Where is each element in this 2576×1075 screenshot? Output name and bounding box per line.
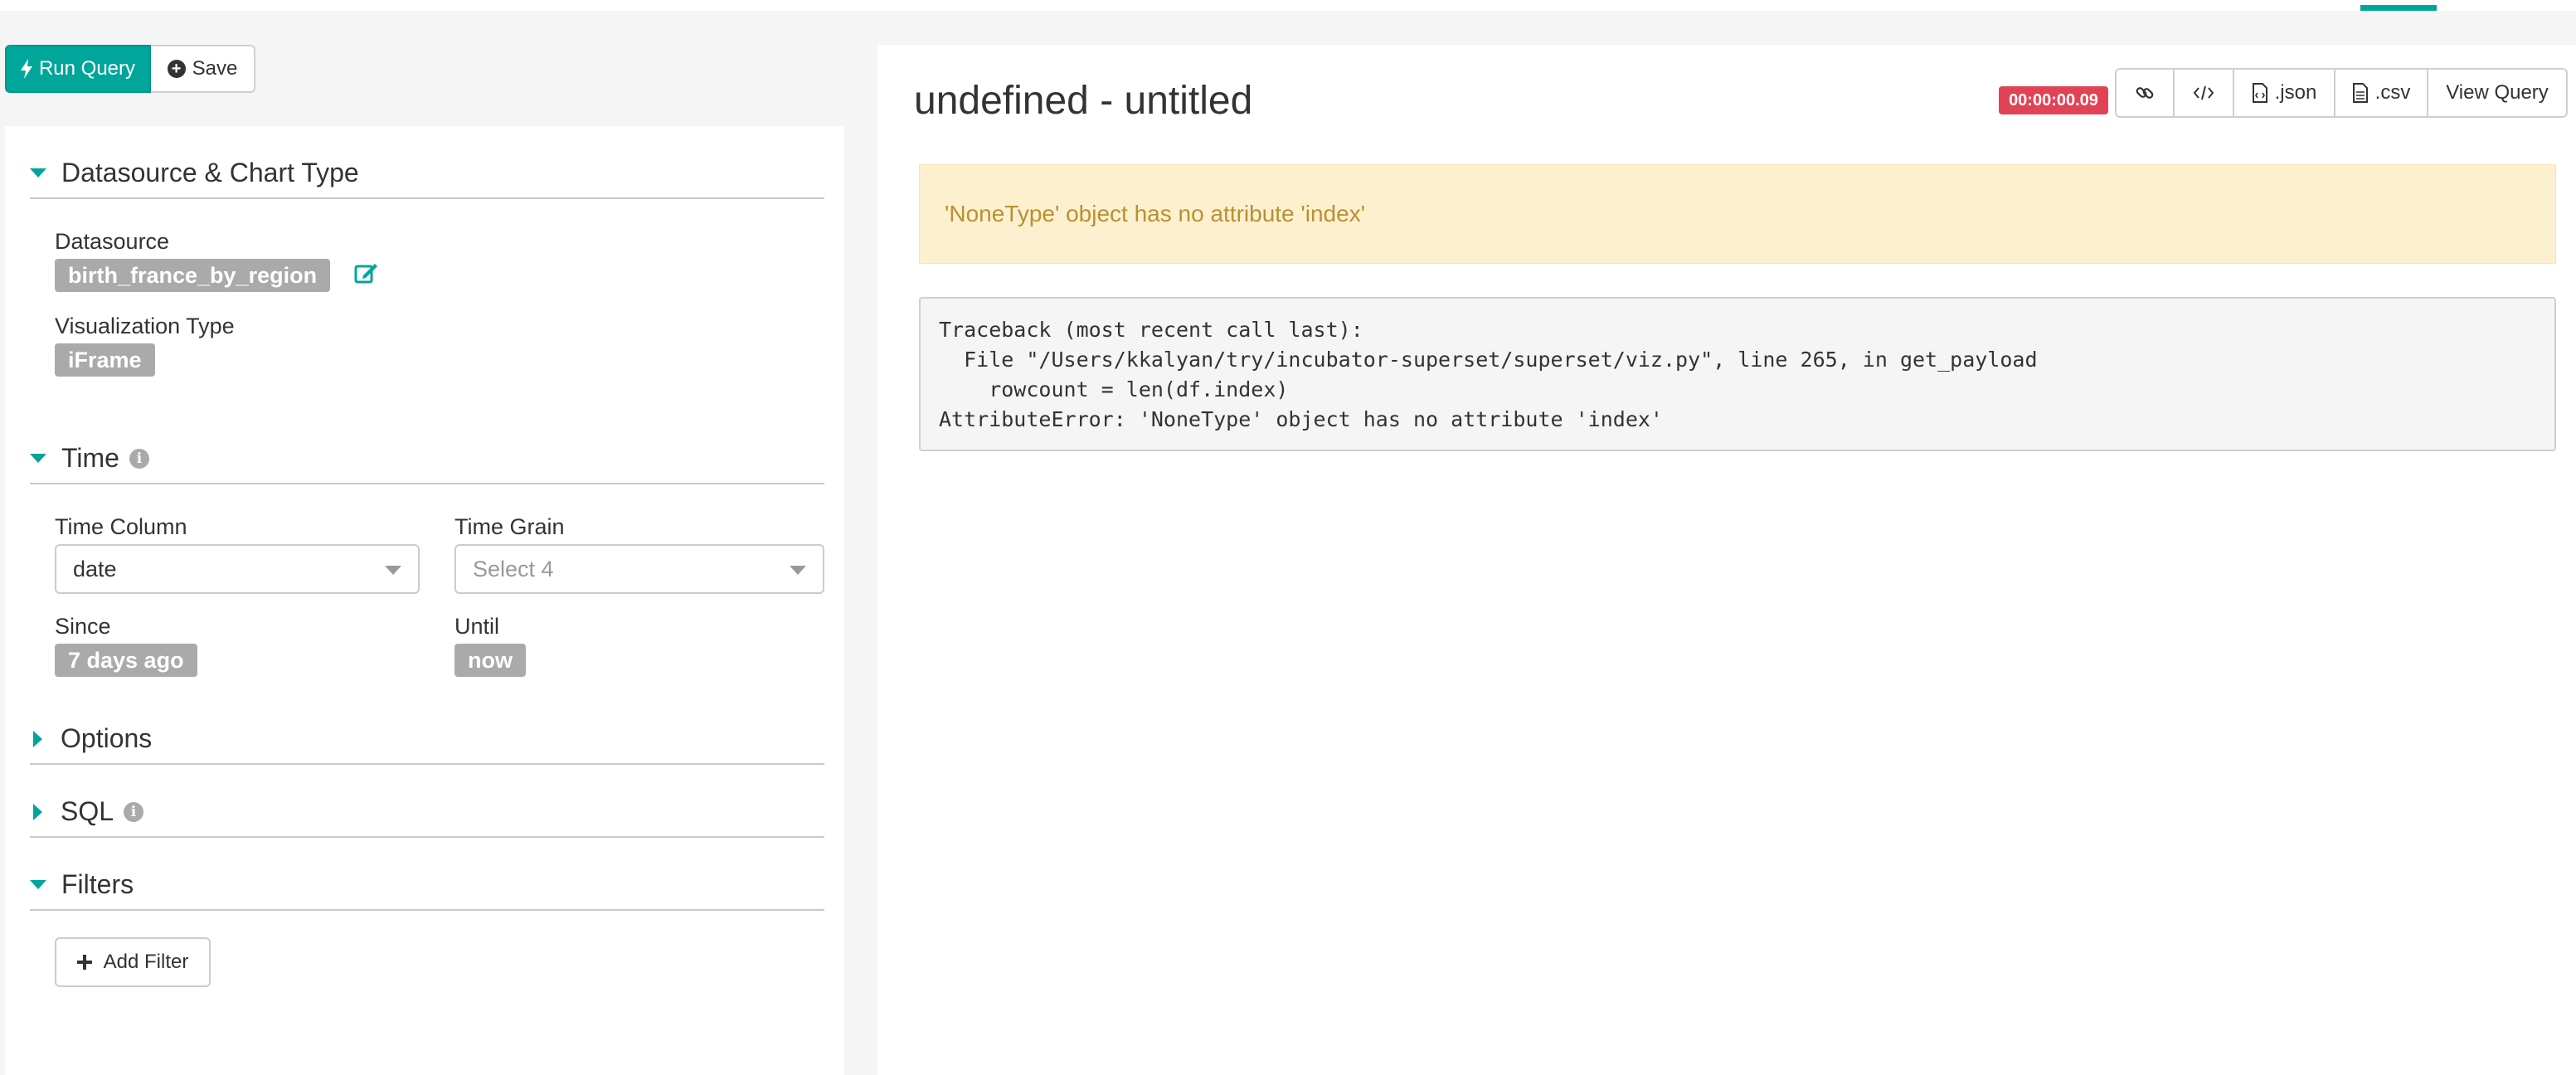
- time-grain-label: Time Grain: [454, 514, 565, 539]
- traceback-block: Traceback (most recent call last): File …: [919, 297, 2556, 451]
- section-divider: [30, 483, 824, 484]
- since-tag[interactable]: 7 days ago: [55, 644, 197, 677]
- section-title: Datasource & Chart Type: [61, 158, 359, 187]
- section-title: Filters: [61, 869, 134, 899]
- viz-type-label: Visualization Type: [55, 314, 235, 338]
- chart-title[interactable]: undefined - untitled: [914, 78, 1252, 124]
- export-csv-button[interactable]: .csv: [2335, 68, 2428, 118]
- caret-down-icon: [30, 168, 46, 178]
- edit-icon[interactable]: [353, 260, 378, 285]
- time-grain-placeholder: Select 4: [473, 556, 554, 581]
- section-header-sql[interactable]: SQL i: [30, 796, 144, 827]
- save-label: Save: [192, 57, 238, 80]
- view-query-button[interactable]: View Query: [2428, 68, 2568, 118]
- since-label: Since: [55, 614, 111, 639]
- viz-type-tag[interactable]: iFrame: [55, 343, 155, 377]
- section-title: SQL: [61, 796, 114, 826]
- info-icon[interactable]: i: [129, 448, 149, 469]
- export-json-label: .json: [2274, 81, 2317, 104]
- section-divider: [30, 763, 824, 765]
- chart-actions: .json .csv View Query: [2115, 68, 2568, 118]
- section-divider: [30, 909, 824, 911]
- caret-down-icon: [30, 880, 46, 889]
- file-text-icon: [2352, 83, 2368, 103]
- datasource-tag[interactable]: birth_france_by_region: [55, 259, 331, 292]
- time-grain-select[interactable]: Select 4: [454, 544, 824, 594]
- save-button[interactable]: + Save: [151, 45, 255, 93]
- file-code-icon: [2252, 83, 2267, 103]
- chevron-down-icon: [790, 566, 806, 575]
- bolt-icon: [20, 59, 32, 79]
- section-divider: [30, 836, 824, 838]
- caret-right-icon: [33, 803, 42, 820]
- time-column-value: date: [73, 556, 117, 581]
- plus-circle-icon: +: [167, 60, 186, 78]
- info-icon[interactable]: i: [124, 801, 144, 822]
- link-icon: [2136, 87, 2154, 99]
- error-alert: 'NoneType' object has no attribute 'inde…: [919, 164, 2556, 264]
- export-json-button[interactable]: .json: [2234, 68, 2335, 118]
- until-label: Until: [454, 614, 500, 639]
- time-column-select[interactable]: date: [55, 544, 420, 594]
- section-title: Time: [61, 443, 119, 473]
- error-message: 'NoneType' object has no attribute 'inde…: [945, 201, 1366, 226]
- timer-badge: 00:00:00.09: [1999, 86, 2108, 114]
- section-header-time[interactable]: Time i: [30, 443, 149, 474]
- plus-icon: [76, 955, 92, 970]
- section-header-options[interactable]: Options: [30, 723, 152, 754]
- top-nav: [0, 0, 2576, 11]
- run-query-label: Run Query: [38, 57, 136, 80]
- shortlink-button[interactable]: [2115, 68, 2175, 118]
- view-query-label: View Query: [2446, 81, 2549, 104]
- caret-right-icon: [33, 730, 42, 747]
- section-divider: [30, 197, 824, 199]
- active-nav-indicator: [2360, 5, 2437, 11]
- export-csv-label: .csv: [2374, 81, 2411, 104]
- code-icon: [2193, 85, 2214, 100]
- section-header-datasource[interactable]: Datasource & Chart Type: [30, 158, 359, 188]
- add-filter-label: Add Filter: [103, 951, 189, 973]
- control-panel: Datasource & Chart Type Datasource birth…: [5, 126, 844, 1075]
- section-header-filters[interactable]: Filters: [30, 869, 134, 900]
- chart-panel: undefined - untitled 00:00:00.09 .json .…: [877, 45, 2576, 1075]
- chevron-down-icon: [385, 566, 401, 575]
- time-column-label: Time Column: [55, 514, 187, 539]
- until-tag[interactable]: now: [454, 644, 526, 677]
- datasource-label: Datasource: [55, 229, 170, 254]
- run-query-button[interactable]: Run Query: [5, 45, 151, 93]
- embed-code-button[interactable]: [2175, 68, 2234, 118]
- caret-down-icon: [30, 454, 46, 463]
- section-title: Options: [61, 723, 153, 753]
- add-filter-button[interactable]: Add Filter: [55, 937, 211, 987]
